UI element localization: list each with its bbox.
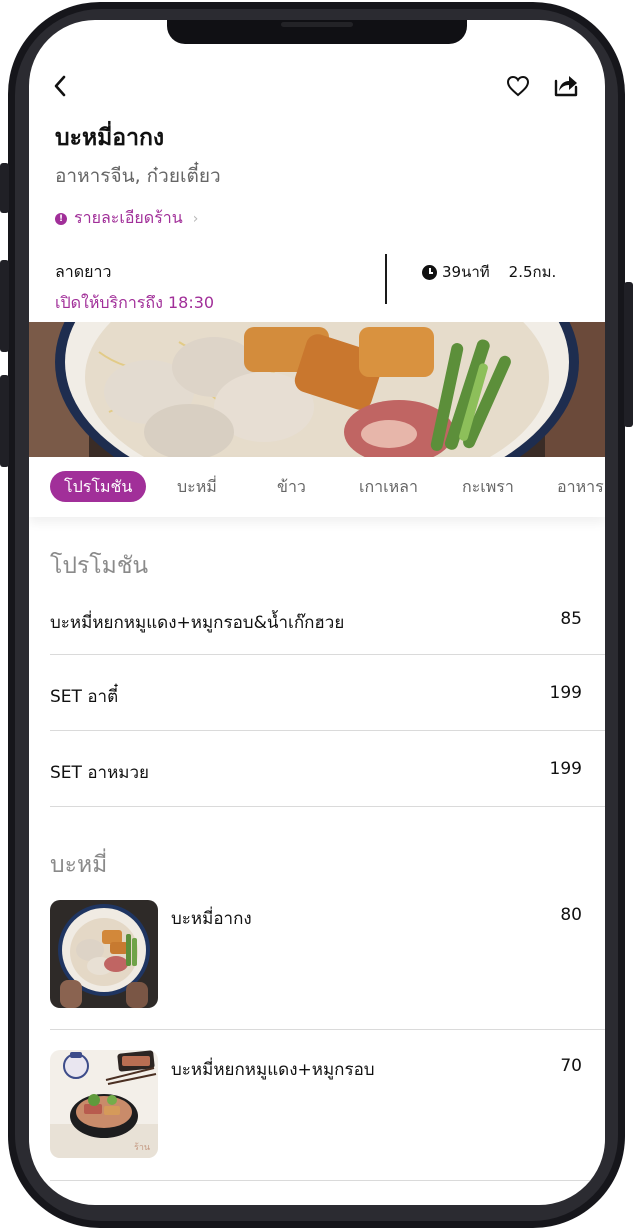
tab-basil[interactable]: กะเพรา xyxy=(462,471,514,502)
shop-details-link[interactable]: ! รายละเอียดร้าน › xyxy=(55,206,198,231)
shop-details-label: รายละเอียดร้าน xyxy=(74,208,183,227)
shop-cover-image xyxy=(29,322,605,457)
delivery-eta: 39นาที xyxy=(442,263,490,281)
menu-item-price: 85 xyxy=(560,609,582,629)
menu-item-price: 70 xyxy=(560,1056,582,1076)
section-title-promotion: โปรโมชัน xyxy=(50,553,149,579)
menu-item-price: 199 xyxy=(549,759,582,779)
info-icon: ! xyxy=(55,212,67,225)
speaker-grille xyxy=(281,22,353,27)
menu-item-name: บะหมี่หยกหมูแดง+หมูกรอบ xyxy=(171,1060,375,1080)
menu-item-image xyxy=(50,900,158,1008)
app-screen: บะหมี่อากง อาหารจีน, ก๋วยเตี๋ยว ! รายละเ… xyxy=(29,20,605,1205)
menu-item[interactable]: SET อาตี๋ 199 xyxy=(50,655,605,731)
chevron-right-icon: › xyxy=(192,210,199,227)
tab-soup[interactable]: เกาเหลา xyxy=(359,471,418,502)
side-button-volume-up xyxy=(0,260,9,352)
shop-categories: อาหารจีน, ก๋วยเตี๋ยว xyxy=(55,165,221,187)
section-title-noodles: บะหมี่ xyxy=(50,852,108,878)
share-icon[interactable] xyxy=(553,72,579,98)
menu-item[interactable]: SET อาหมวย 199 xyxy=(50,731,605,807)
menu-item-price: 80 xyxy=(560,905,582,925)
menu-item-price: 199 xyxy=(549,683,582,703)
info-divider xyxy=(385,254,387,304)
opening-hours: เปิดให้บริการถึง 18:30 xyxy=(55,293,215,312)
menu-item-name: SET อาหมวย xyxy=(50,763,149,783)
side-button-volume-down xyxy=(0,375,9,467)
heart-icon[interactable] xyxy=(506,75,530,97)
tab-promotion[interactable]: โปรโมชัน xyxy=(50,471,147,502)
shop-name: บะหมี่อากง xyxy=(55,125,165,151)
tab-food[interactable]: อาหาร xyxy=(557,471,604,502)
clock-icon xyxy=(422,264,437,280)
menu-item[interactable]: บะหมี่อากง 80 xyxy=(50,900,605,1030)
chevron-left-icon[interactable] xyxy=(51,74,71,98)
category-tabs: โปรโมชัน บะหมี่ ข้าว เกาเหลา กะเพรา อาหา… xyxy=(29,457,605,517)
menu-item-image: ร้าน xyxy=(50,1050,158,1158)
menu-item-name: SET อาตี๋ xyxy=(50,687,119,707)
shop-location: ลาดยาว xyxy=(55,262,112,281)
side-button-power xyxy=(624,282,633,427)
menu-item-name: บะหมี่อากง xyxy=(171,909,252,929)
tab-rice[interactable]: ข้าว xyxy=(277,471,306,502)
notch xyxy=(167,20,467,44)
menu-item-name: บะหมี่หยกหมูแดง+หมูกรอบ&น้ำเก๊กฮวย xyxy=(50,613,345,633)
svg-text:ร้าน: ร้าน xyxy=(134,1142,150,1153)
side-button-silent xyxy=(0,163,9,213)
menu-item[interactable]: บะหมี่หยกหมูแดง+หมูกรอบ&น้ำเก๊กฮวย 85 xyxy=(50,592,605,655)
delivery-distance: 2.5กม. xyxy=(508,263,557,281)
delivery-meta: 39นาที 2.5กม. xyxy=(422,260,556,284)
menu-item[interactable]: ร้าน บะหมี่หยกหมูแดง+หมูกรอบ 70 xyxy=(50,1050,605,1181)
tab-noodles[interactable]: บะหมี่ xyxy=(177,471,217,502)
